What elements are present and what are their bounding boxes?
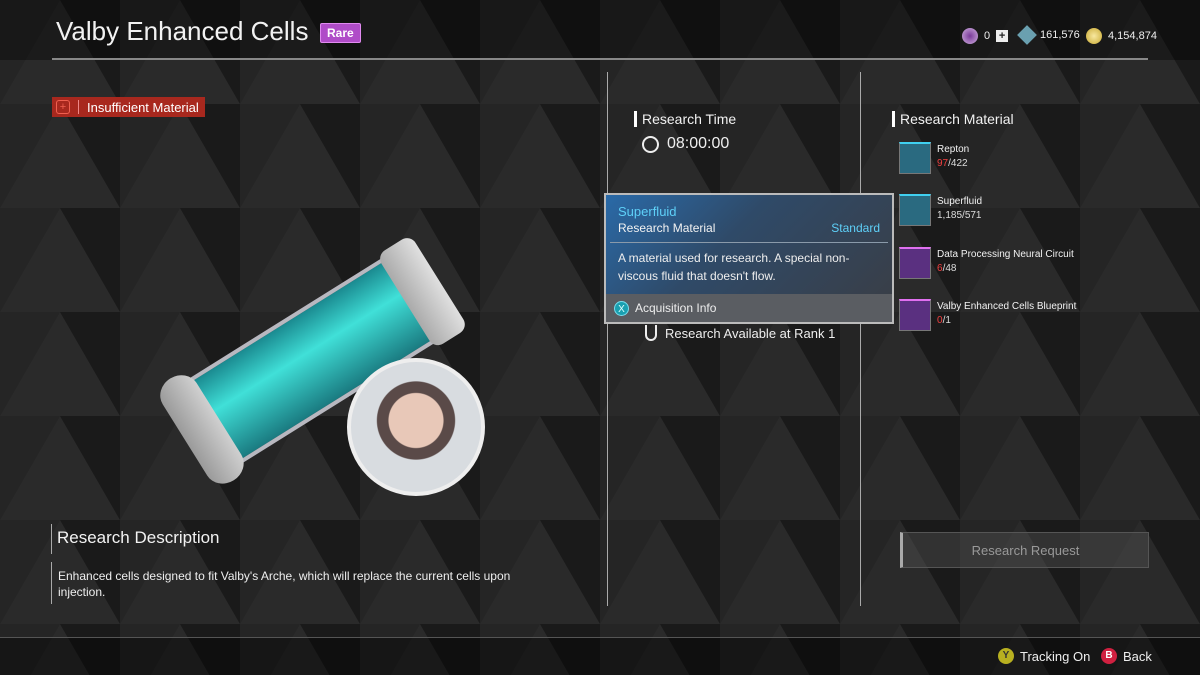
y-button-icon: Y [998,648,1014,664]
tracking-label: Tracking On [1020,648,1091,664]
column-divider [607,72,608,606]
material-item-repton[interactable]: Repton 97/422 [899,142,969,174]
material-item-neural-circuit[interactable]: Data Processing Neural Circuit 6/48 [899,247,1074,279]
rarity-badge: Rare [320,23,361,43]
back-label: Back [1123,648,1152,664]
rank-requirement: Research Available at Rank 1 [645,325,835,341]
material-need: 48 [945,263,957,274]
crystal-count: 161,576 [1040,29,1080,41]
rank-icon [645,325,657,341]
currency-gold: 4,154,874 [1086,28,1157,44]
research-description-heading: Research Description [51,524,220,554]
tooltip-grade: Standard [831,221,880,235]
crystal-icon [1017,25,1037,45]
tooltip-divider [610,242,888,243]
add-currency-button[interactable]: + [996,30,1009,42]
research-time-value: 08:00:00 [667,135,730,152]
material-name: Repton [937,144,970,155]
gold-coin-icon [1086,28,1102,44]
superfluid-icon [899,194,931,226]
column-divider [860,72,861,606]
material-name: Data Processing Neural Circuit [937,249,1074,260]
material-have: 97 [937,158,949,169]
premium-token-count: 0 [984,30,991,42]
acquisition-info-button[interactable]: X Acquisition Info [606,294,892,322]
footer-divider [0,637,1200,638]
material-item-blueprint[interactable]: Valby Enhanced Cells Blueprint 0/1 [899,299,1076,331]
insufficient-material-badge: + Insufficient Material [52,97,205,117]
acquisition-info-label: Acquisition Info [635,301,717,315]
blueprint-icon [899,299,931,331]
x-button-icon: X [614,300,629,316]
material-need: 571 [964,210,982,221]
repton-icon [899,142,931,174]
material-need: 422 [950,158,968,169]
research-time: 08:00:00 [642,135,729,153]
research-description-text: Enhanced cells designed to fit Valby's A… [51,562,551,604]
back-hint[interactable]: B Back [1101,648,1152,664]
material-name: Superfluid [937,196,983,207]
tooltip-name: Superfluid [618,204,677,219]
neural-circuit-icon [899,247,931,279]
material-item-superfluid[interactable]: Superfluid 1,185/571 [899,194,982,226]
gold-count: 4,154,874 [1108,30,1157,42]
research-request-button[interactable]: Research Request [900,532,1149,568]
stopwatch-icon [642,135,659,153]
currency-crystal: 161,576 [1017,25,1080,45]
material-name: Valby Enhanced Cells Blueprint [937,301,1077,312]
tooltip-description: A material used for research. A special … [618,251,850,283]
b-button-icon: B [1101,648,1117,664]
currency-premium: 0 + [962,28,1009,44]
research-time-heading: Research Time [634,111,736,127]
premium-token-icon [962,28,978,44]
tooltip-type: Research Material [618,221,716,235]
material-have: 6 [937,263,943,274]
material-have: 0 [937,315,943,326]
research-material-heading: Research Material [892,111,1014,127]
tracking-on-hint[interactable]: Y Tracking On [998,648,1090,664]
material-need: 1 [945,315,951,326]
material-have: 1,185 [937,210,963,221]
header-divider [52,58,1148,60]
material-tooltip: Superfluid Research Material Standard A … [604,193,894,324]
rank-label: Research Available at Rank 1 [665,325,836,341]
warning-hex-icon: + [56,100,70,114]
status-label: Insufficient Material [87,99,199,115]
page-title: Valby Enhanced Cells [56,16,309,46]
character-portrait-valby [347,358,485,496]
